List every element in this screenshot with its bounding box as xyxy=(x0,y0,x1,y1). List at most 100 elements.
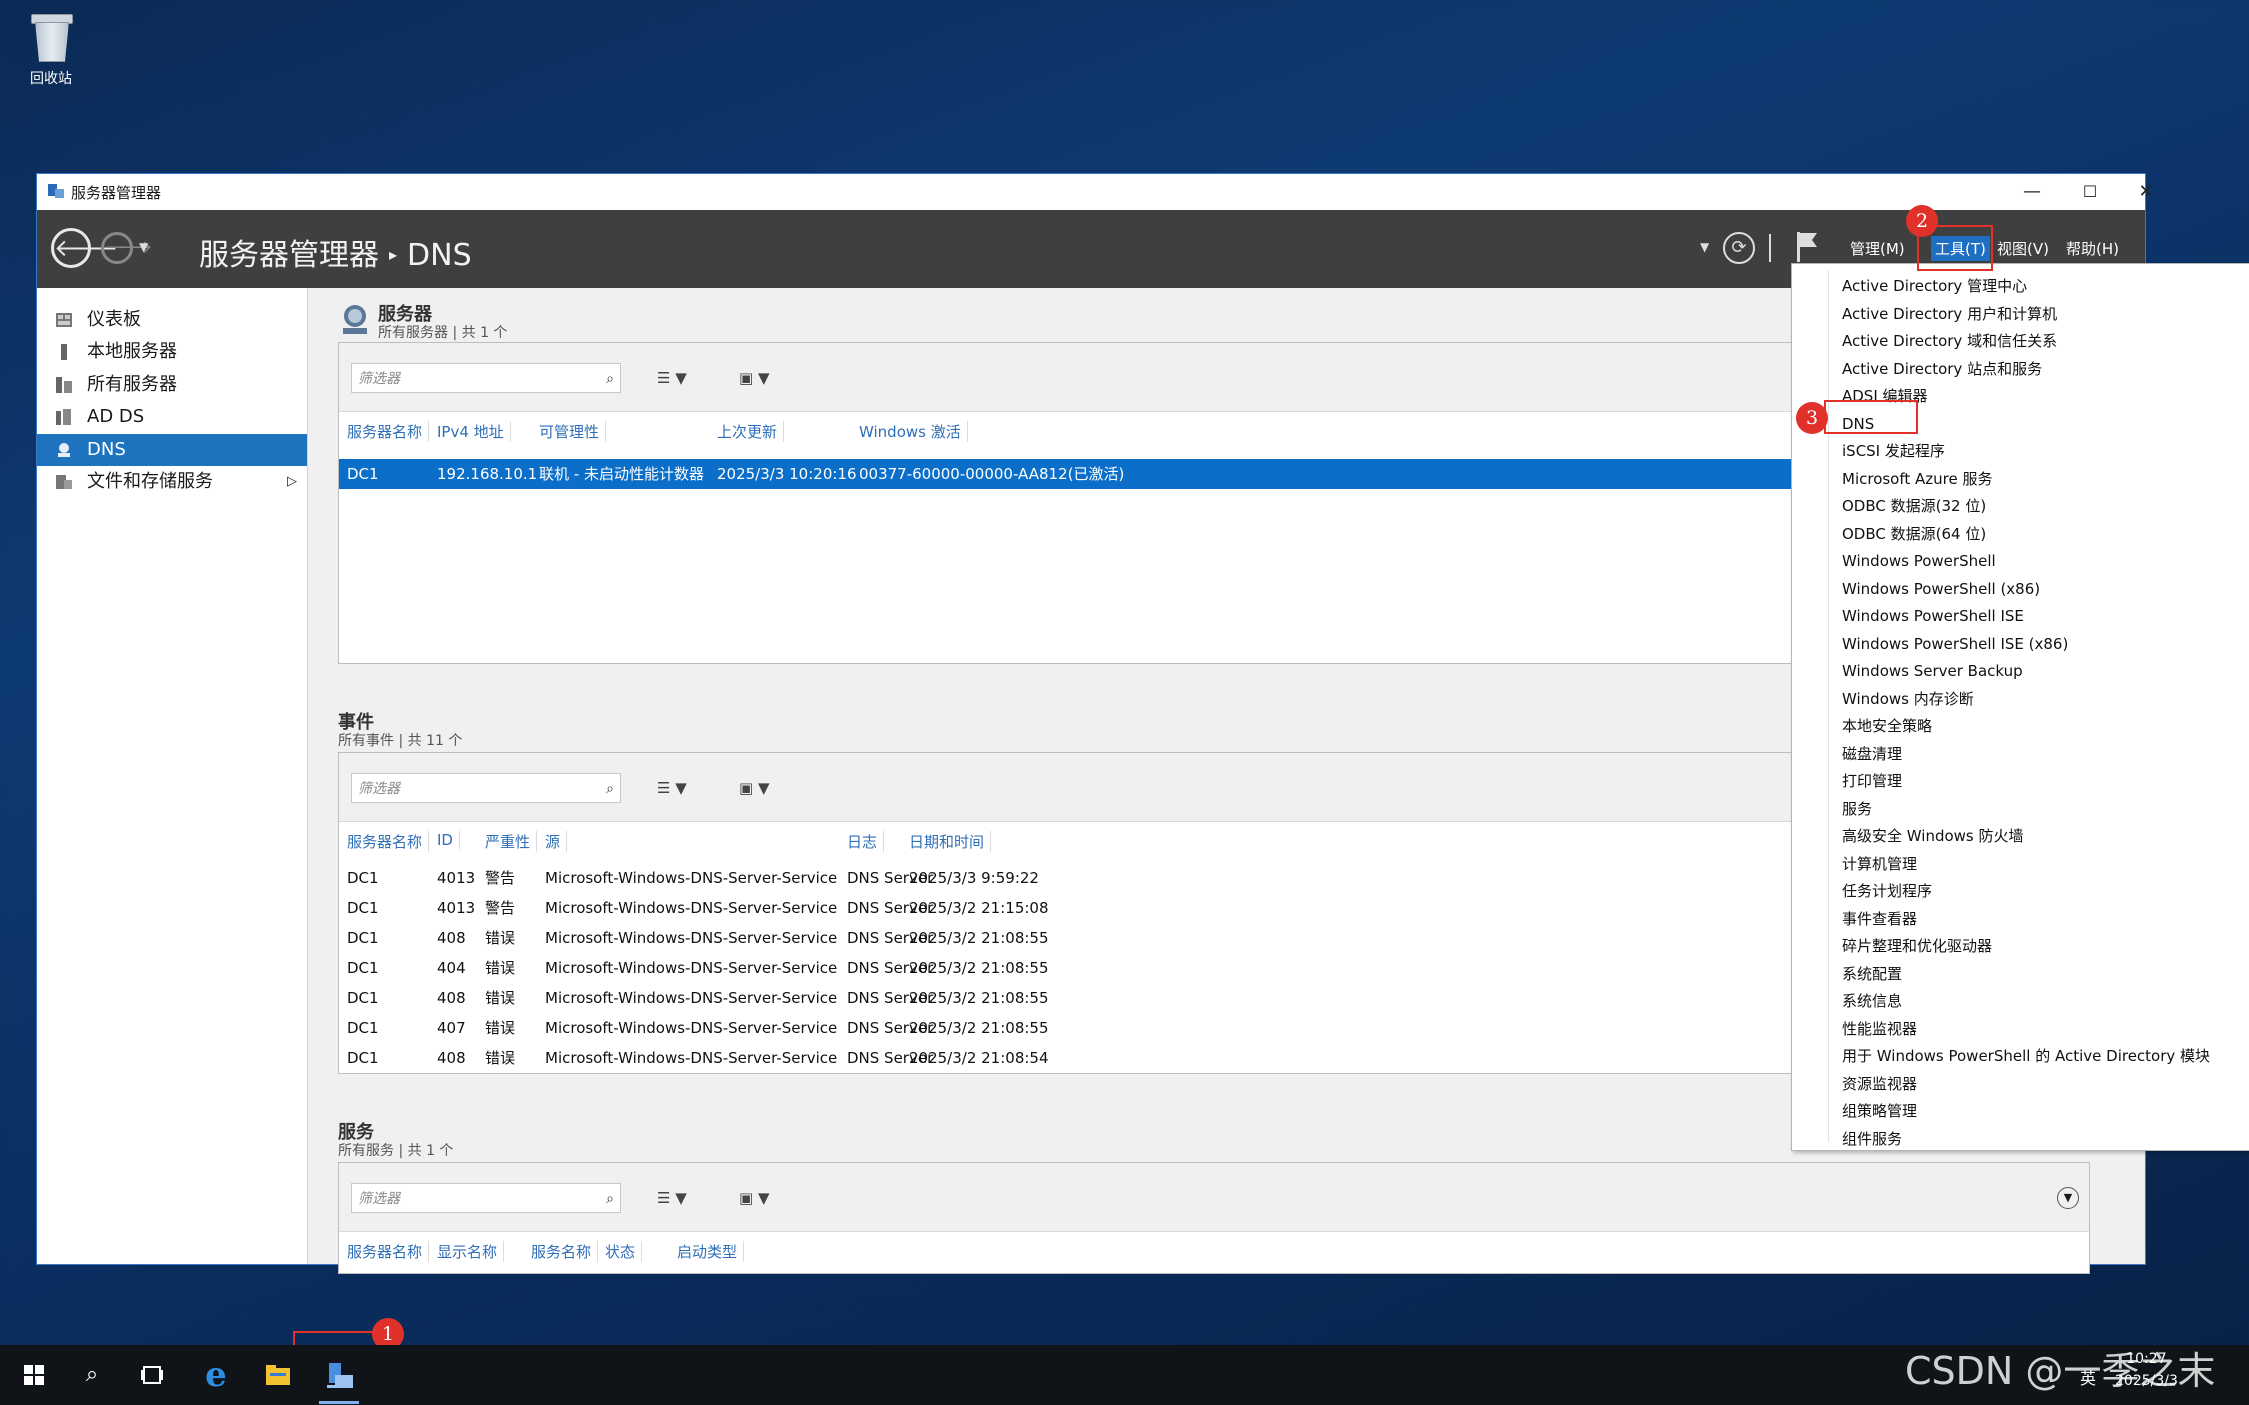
tools-menu-item[interactable]: 本地安全策略 xyxy=(1842,713,1932,740)
tools-menu-item[interactable]: 高级安全 Windows 防火墙 xyxy=(1842,823,2024,850)
file-explorer-icon[interactable] xyxy=(258,1355,298,1395)
tools-menu-item[interactable]: 性能监视器 xyxy=(1842,1016,1917,1043)
expand-arrow-icon[interactable]: ▷ xyxy=(287,466,297,498)
tools-menu-item[interactable]: 打印管理 xyxy=(1842,768,1902,795)
tools-menu-item[interactable]: 碎片整理和优化驱动器 xyxy=(1842,933,1992,960)
menu-view[interactable]: 视图(V) xyxy=(1997,238,2049,259)
column-header[interactable]: 服务名称 xyxy=(531,1241,599,1262)
events-filter-input[interactable]: 筛选器 ⌕ xyxy=(351,773,621,803)
column-header[interactable]: 启动类型 xyxy=(677,1241,745,1262)
servers-subtitle: 所有服务器 | 共 1 个 xyxy=(378,325,508,341)
server-manager-taskbar-icon[interactable] xyxy=(319,1355,359,1395)
sidebar-item-all-servers[interactable]: 所有服务器 xyxy=(37,369,307,401)
save-query-button[interactable]: ▣ ▼ xyxy=(739,779,785,801)
maximize-button[interactable]: ☐ xyxy=(2061,174,2119,210)
recycle-bin[interactable]: 回收站 xyxy=(20,10,82,88)
tools-menu-item[interactable]: Microsoft Azure 服务 xyxy=(1842,466,1993,493)
tools-menu-item[interactable]: 组件服务 xyxy=(1842,1126,1902,1153)
column-header[interactable]: 服务器名称 xyxy=(347,831,430,852)
column-header[interactable]: IPv4 地址 xyxy=(437,421,511,442)
recycle-bin-icon xyxy=(29,10,73,62)
refresh-icon[interactable]: ⟳ xyxy=(1723,232,1755,264)
tools-menu-item[interactable]: Windows PowerShell xyxy=(1842,548,1996,575)
column-header[interactable]: 上次更新 xyxy=(717,421,785,442)
tools-menu-item[interactable]: Active Directory 用户和计算机 xyxy=(1842,301,2057,328)
column-header[interactable]: 状态 xyxy=(605,1241,643,1262)
start-windows-icon[interactable] xyxy=(14,1355,54,1395)
tools-menu-item[interactable]: 系统信息 xyxy=(1842,988,1902,1015)
tools-menu-item[interactable]: ODBC 数据源(32 位) xyxy=(1842,493,1986,520)
services-filter-input[interactable]: 筛选器 ⌕ xyxy=(351,1183,621,1213)
tools-menu-item[interactable]: Windows PowerShell ISE (x86) xyxy=(1842,631,2068,658)
history-dropdown-icon[interactable]: ▼ xyxy=(139,240,148,254)
sidebar-item-dashboard[interactable]: 仪表板 xyxy=(37,304,307,336)
column-header[interactable]: 服务器名称 xyxy=(347,421,430,442)
column-header[interactable]: 日志 xyxy=(847,831,885,852)
menu-manage[interactable]: 管理(M) xyxy=(1850,238,1905,259)
collapse-chevron-icon[interactable]: ▼ xyxy=(2057,1187,2079,1209)
title-bar[interactable]: 服务器管理器 — ☐ ✕ xyxy=(37,174,2154,210)
column-header[interactable]: 源 xyxy=(545,831,568,852)
table-cell: 408 xyxy=(437,989,466,1007)
tools-menu-item[interactable]: 组策略管理 xyxy=(1842,1098,1917,1125)
local-server-icon xyxy=(61,344,67,360)
tools-menu-item[interactable]: Active Directory 域和信任关系 xyxy=(1842,328,2057,355)
sidebar-item-ad-ds[interactable]: AD DS xyxy=(37,401,307,433)
table-cell: 错误 xyxy=(485,959,516,977)
save-query-button[interactable]: ▣ ▼ xyxy=(739,369,785,391)
tools-menu-item[interactable]: Windows PowerShell ISE xyxy=(1842,603,2024,630)
forward-button[interactable]: 🡒 xyxy=(101,232,152,264)
minimize-button[interactable]: — xyxy=(2003,174,2061,210)
tools-menu-item[interactable]: Active Directory 站点和服务 xyxy=(1842,356,2042,383)
save-query-button[interactable]: ▣ ▼ xyxy=(739,1189,785,1211)
column-header[interactable]: 严重性 xyxy=(485,831,538,852)
sidebar-item-file-storage[interactable]: 文件和存储服务 ▷ xyxy=(37,466,307,498)
table-cell: 警告 xyxy=(485,869,516,887)
server-manager-app-icon xyxy=(48,184,64,198)
list-options-button[interactable]: ☰ ▼ xyxy=(657,779,703,801)
tools-menu-item[interactable]: 资源监视器 xyxy=(1842,1071,1917,1098)
tools-menu-item[interactable]: 用于 Windows PowerShell 的 Active Directory… xyxy=(1842,1043,2210,1070)
table-cell: 2025/3/2 21:08:55 xyxy=(909,959,1049,977)
servers-filter-input[interactable]: 筛选器 ⌕ xyxy=(351,363,621,393)
tools-menu-item[interactable]: ODBC 数据源(64 位) xyxy=(1842,521,1986,548)
tools-menu-item[interactable]: Windows PowerShell (x86) xyxy=(1842,576,2040,603)
tools-menu-item[interactable]: 磁盘清理 xyxy=(1842,741,1902,768)
list-options-button[interactable]: ☰ ▼ xyxy=(657,369,703,391)
breadcrumb: 服务器管理器 ▸ DNS xyxy=(199,230,472,274)
notifications-dropdown-icon[interactable]: ▼ xyxy=(1700,240,1709,254)
column-header[interactable]: 可管理性 xyxy=(539,421,607,442)
breadcrumb-current: DNS xyxy=(407,238,472,273)
events-subtitle: 所有事件 | 共 11 个 xyxy=(338,733,463,749)
tools-menu-item[interactable]: Active Directory 管理中心 xyxy=(1842,273,2027,300)
internet-explorer-icon[interactable]: e xyxy=(196,1355,236,1395)
menu-help[interactable]: 帮助(H) xyxy=(2066,238,2119,259)
search-icon[interactable]: ⌕ xyxy=(606,1184,614,1214)
column-header[interactable]: 显示名称 xyxy=(437,1241,505,1262)
search-icon[interactable]: ⌕ xyxy=(72,1355,112,1395)
column-header[interactable]: 日期和时间 xyxy=(909,831,992,852)
sidebar-item-local-server[interactable]: 本地服务器 xyxy=(37,336,307,368)
task-view-icon[interactable] xyxy=(132,1355,172,1395)
flag-icon[interactable] xyxy=(1795,230,1819,264)
breadcrumb-root[interactable]: 服务器管理器 xyxy=(199,238,379,273)
tools-menu-item[interactable]: 系统配置 xyxy=(1842,961,1902,988)
tools-menu-item[interactable]: 任务计划程序 xyxy=(1842,878,1932,905)
close-button[interactable]: ✕ xyxy=(2117,174,2175,210)
search-icon[interactable]: ⌕ xyxy=(606,774,614,804)
column-header[interactable]: ID xyxy=(437,831,460,849)
list-options-button[interactable]: ☰ ▼ xyxy=(657,1189,703,1211)
tools-menu-item[interactable]: iSCSI 发起程序 xyxy=(1842,438,1945,465)
column-header[interactable]: Windows 激活 xyxy=(859,421,968,442)
tools-menu-item[interactable]: 事件查看器 xyxy=(1842,906,1917,933)
breadcrumb-separator: ▸ xyxy=(389,245,398,264)
table-cell: 2025/3/2 21:08:55 xyxy=(909,989,1049,1007)
tools-menu-item[interactable]: 服务 xyxy=(1842,796,1872,823)
back-button[interactable]: 🡐 xyxy=(51,228,118,268)
tools-menu-item[interactable]: 计算机管理 xyxy=(1842,851,1917,878)
sidebar-item-dns[interactable]: DNS xyxy=(37,434,307,466)
column-header[interactable]: 服务器名称 xyxy=(347,1241,430,1262)
search-icon[interactable]: ⌕ xyxy=(606,364,614,394)
tools-menu-item[interactable]: Windows Server Backup xyxy=(1842,658,2023,685)
tools-menu-item[interactable]: Windows 内存诊断 xyxy=(1842,686,1974,713)
